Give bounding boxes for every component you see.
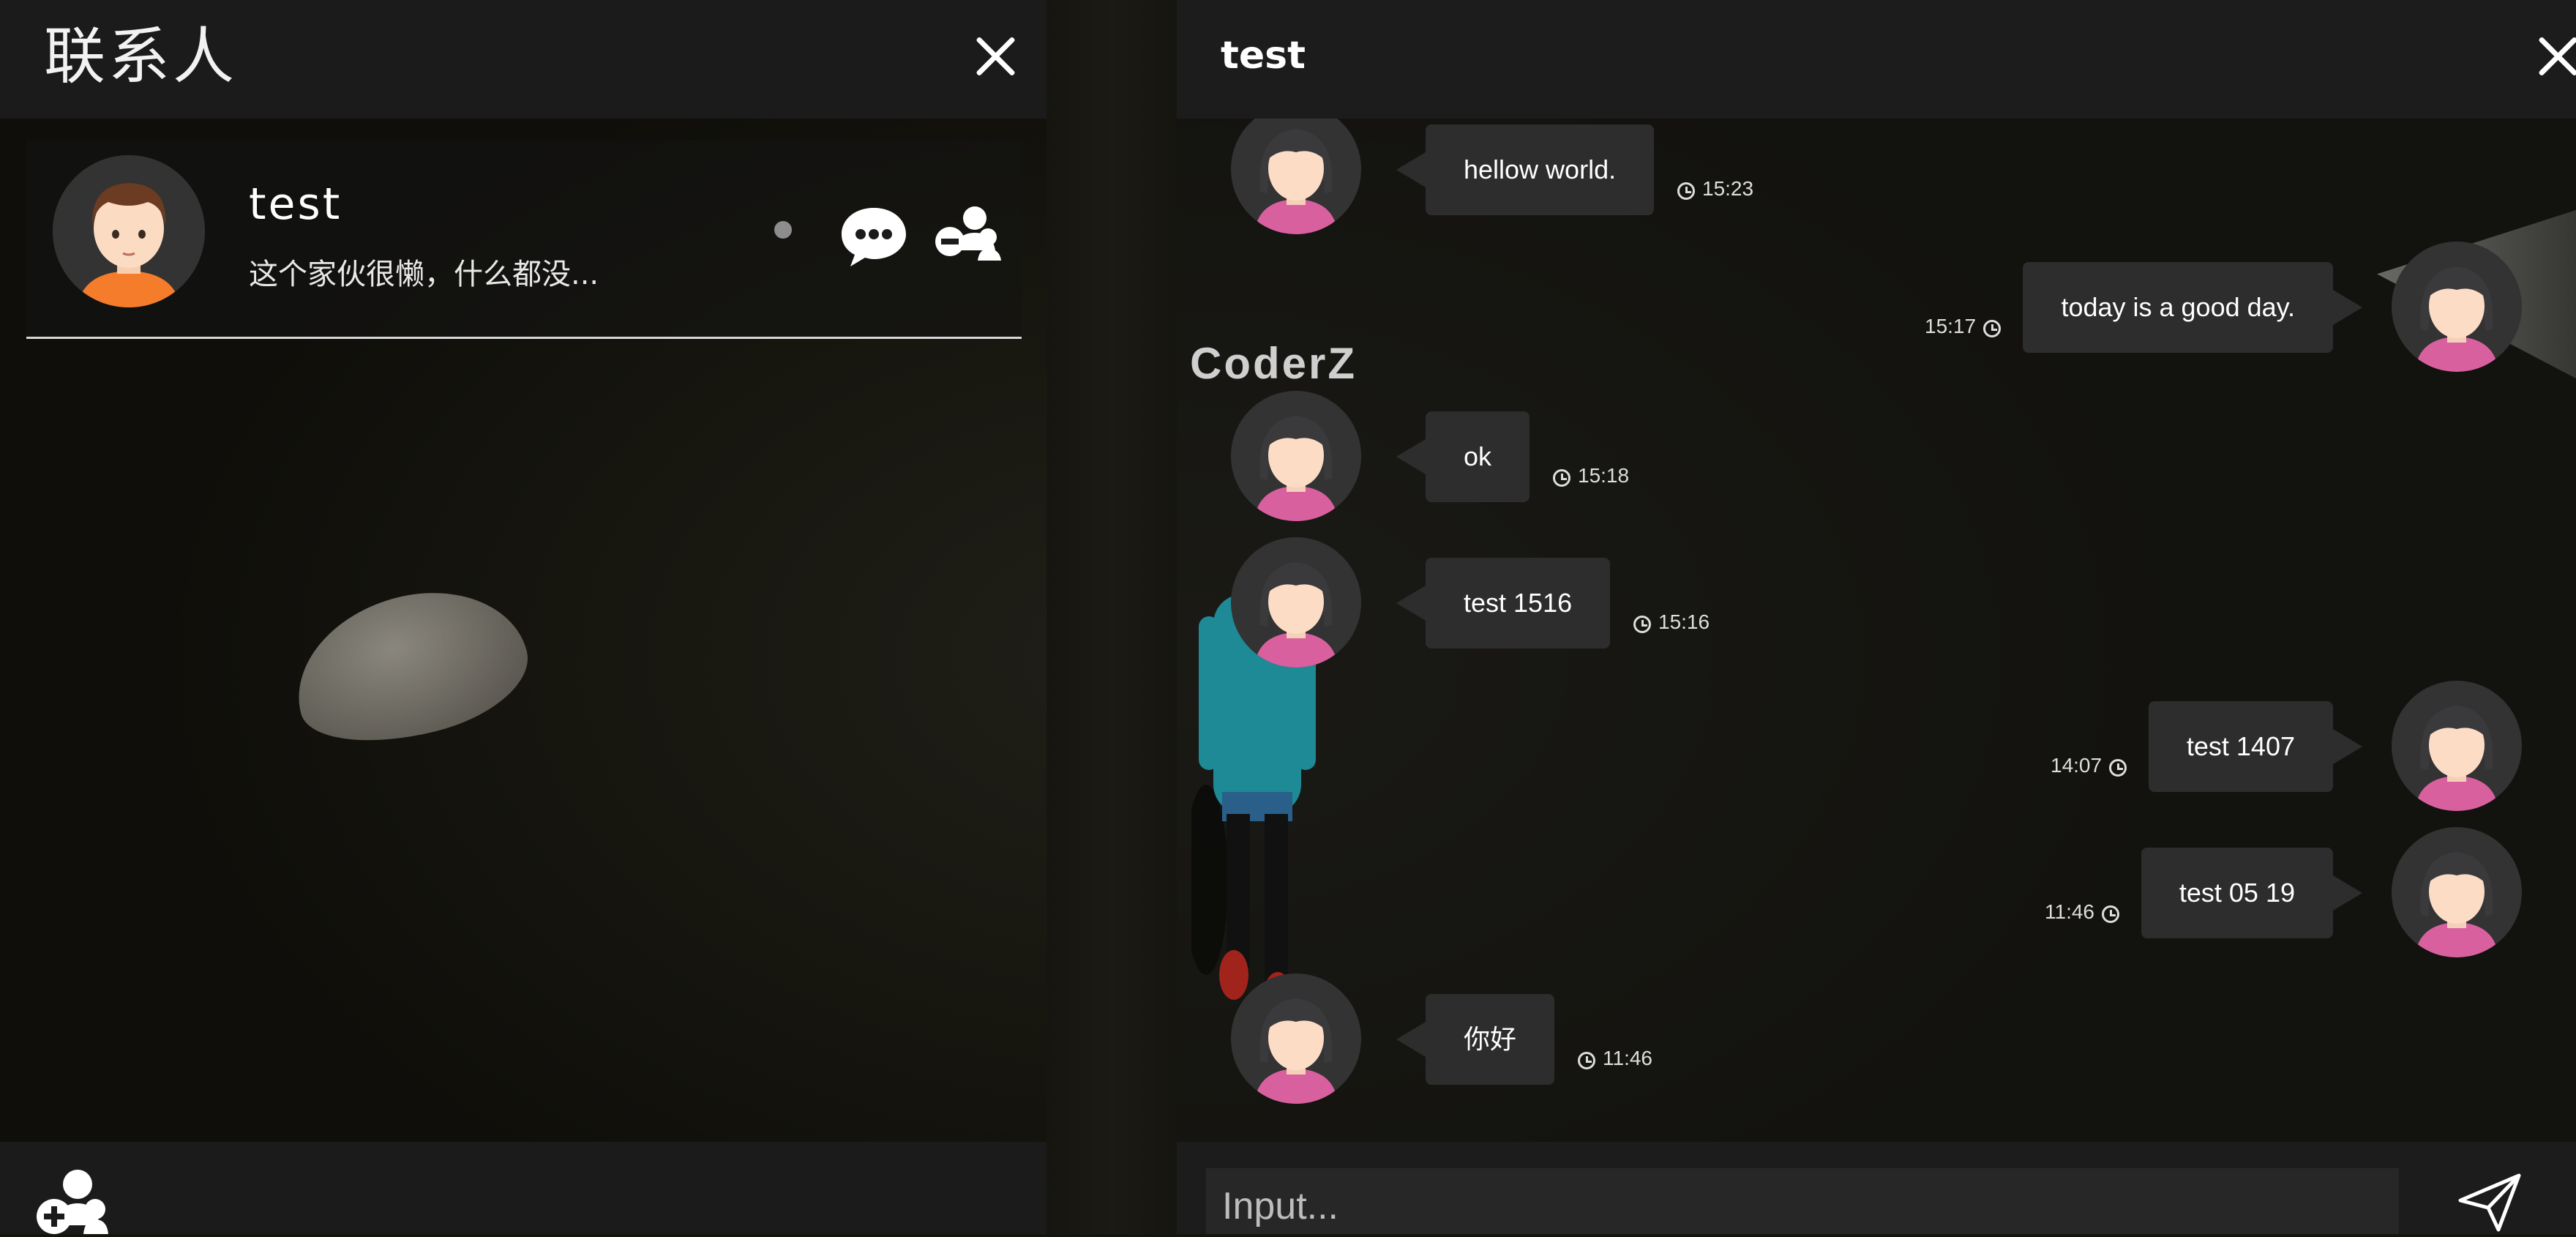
clock-icon	[1983, 320, 2002, 337]
message-time-text: 15:17	[1925, 315, 1977, 337]
message-list[interactable]: CoderZ hellow world. 15:23 today is a good…	[1177, 119, 2576, 1142]
message-bubble: test 1407	[2148, 701, 2363, 792]
clock-icon	[2102, 905, 2119, 923]
message-time: 15:16	[1626, 610, 1710, 634]
chat-header: test	[1177, 0, 2576, 119]
chat-bubble-icon[interactable]	[839, 201, 909, 271]
message-time-text: 15:23	[1702, 177, 1754, 200]
message-time-text: 15:16	[1658, 610, 1710, 633]
remove-friend-icon[interactable]	[932, 201, 1003, 271]
message-bubble: ok	[1396, 411, 1530, 502]
clock-icon	[1633, 616, 1651, 633]
send-icon[interactable]	[2457, 1171, 2523, 1234]
close-contacts-button[interactable]	[970, 31, 1021, 82]
message-time: 11:46	[1570, 1047, 1652, 1070]
message-time: 15:23	[1670, 177, 1753, 201]
clock-icon	[2109, 759, 2127, 777]
message-time-text: 11:46	[1603, 1047, 1652, 1069]
message-bubble: today is a good day.	[2023, 262, 2362, 353]
message-time: 15:18	[1546, 464, 1629, 487]
message-time-text: 14:07	[2051, 754, 2103, 777]
avatar	[1231, 119, 1361, 234]
clock-icon	[1553, 469, 1570, 487]
chat-panel: test CoderZ hellow world. 15:23 today is a…	[1177, 0, 2576, 1234]
message-bubble: test 1516	[1396, 558, 1611, 649]
avatar	[2392, 827, 2522, 957]
avatar	[53, 155, 205, 307]
message-bubble: test 05 19	[2141, 848, 2363, 938]
contacts-title: 联系人	[44, 20, 238, 92]
online-status-dot	[774, 221, 792, 239]
message-bubble: 你好	[1396, 994, 1555, 1085]
contacts-footer	[0, 1142, 1046, 1234]
chat-title: test	[1221, 34, 1306, 78]
clock-icon	[1677, 182, 1695, 200]
character-name-label: CoderZ	[1190, 339, 1357, 388]
message-time-text: 15:18	[1578, 464, 1630, 487]
avatar	[1231, 973, 1361, 1104]
add-friend-icon[interactable]	[34, 1167, 114, 1234]
avatar	[2392, 681, 2522, 811]
contacts-panel: 联系人 test 这个家伙很懒，什么都没...	[0, 0, 1046, 1234]
avatar	[1231, 537, 1361, 668]
contact-signature: 这个家伙很懒，什么都没...	[249, 258, 599, 291]
message-time: 14:07	[2051, 754, 2134, 777]
contacts-header: 联系人	[0, 0, 1046, 119]
close-chat-button[interactable]	[2532, 31, 2576, 82]
message-time: 11:46	[2045, 900, 2127, 924]
message-time: 15:17	[1925, 315, 2008, 338]
contact-name: test	[249, 179, 342, 230]
contact-item[interactable]: test 这个家伙很懒，什么都没...	[26, 141, 1022, 339]
chat-input-bar	[1177, 1142, 2576, 1234]
message-time-text: 11:46	[2045, 900, 2094, 923]
message-bubble: hellow world.	[1396, 124, 1655, 215]
panel-gap	[1046, 0, 1177, 1234]
avatar	[2392, 242, 2522, 372]
avatar	[1231, 391, 1361, 521]
message-input[interactable]	[1206, 1168, 2399, 1234]
clock-icon	[1578, 1052, 1595, 1069]
